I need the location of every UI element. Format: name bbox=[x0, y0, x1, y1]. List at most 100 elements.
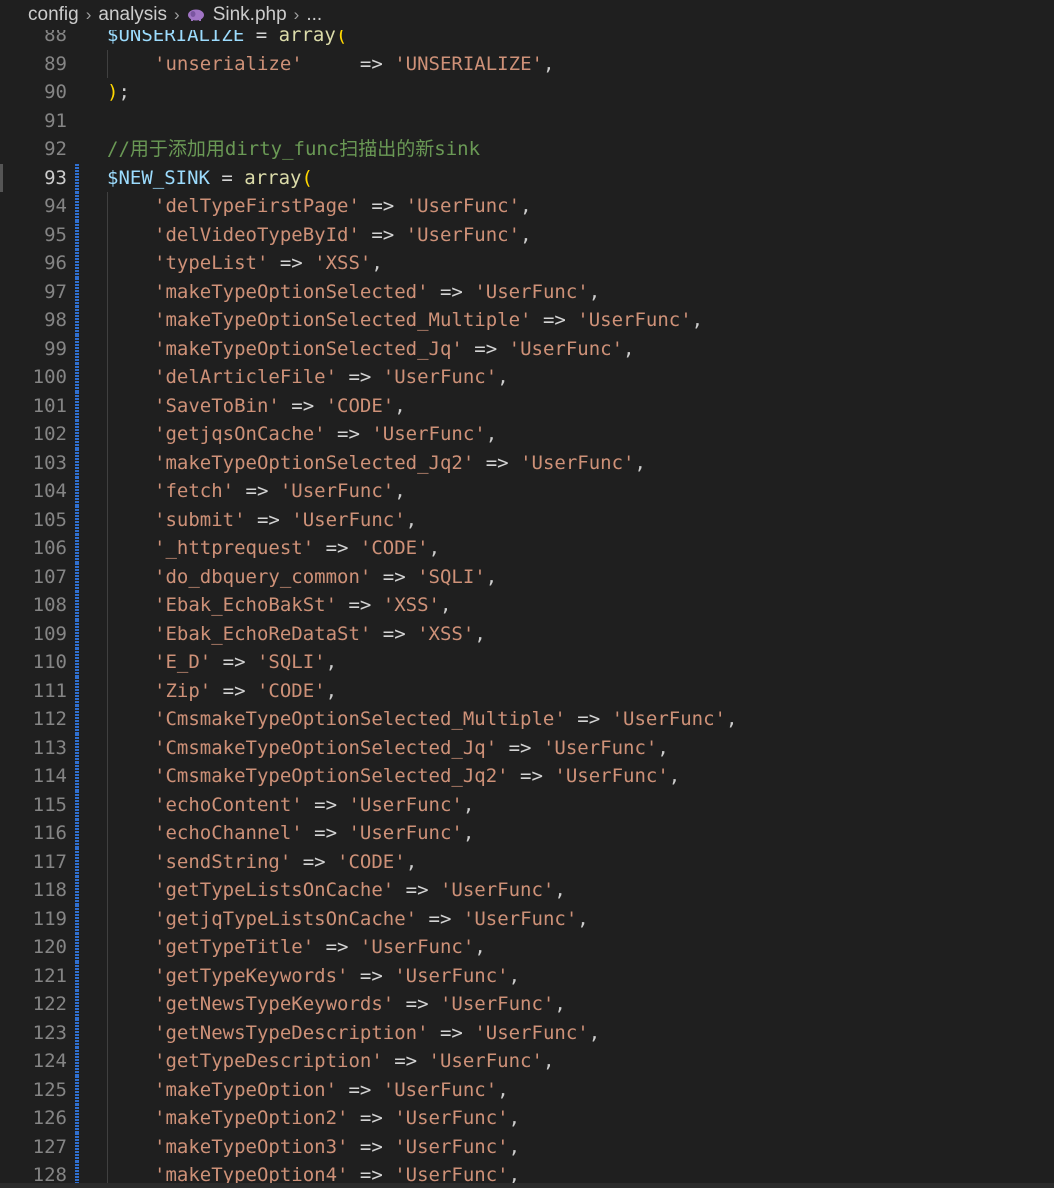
code-line[interactable]: 93 $NEW_SINK = array( bbox=[0, 163, 1054, 192]
code-line[interactable]: 98 'makeTypeOptionSelected_Multiple' => '… bbox=[0, 306, 1054, 335]
code-line[interactable]: 102 'getjqsOnCache' => 'UserFunc', bbox=[0, 420, 1054, 449]
diff-added-indicator[interactable] bbox=[75, 1161, 79, 1183]
diff-added-indicator[interactable] bbox=[75, 819, 79, 848]
diff-added-indicator[interactable] bbox=[75, 448, 79, 477]
diff-added-indicator[interactable] bbox=[75, 334, 79, 363]
diff-added-indicator[interactable] bbox=[75, 505, 79, 534]
code-line[interactable]: 119 'getjqTypeListsOnCache' => 'UserFunc'… bbox=[0, 904, 1054, 934]
code-line[interactable]: 108 'Ebak_EchoBakSt' => 'XSS', bbox=[0, 591, 1054, 620]
code-line[interactable]: 110 'E_D' => 'SQLI', bbox=[0, 648, 1054, 677]
code-line[interactable]: 115 'echoContent' => 'UserFunc', bbox=[0, 790, 1054, 819]
code-line[interactable]: 101 'SaveToBin' => 'CODE', bbox=[0, 391, 1054, 420]
diff-added-indicator[interactable] bbox=[75, 648, 79, 677]
breadcrumb-item-symbols[interactable]: ... bbox=[306, 4, 322, 26]
diff-added-indicator[interactable] bbox=[75, 192, 79, 221]
code-line[interactable]: 121 'getTypeKeywords' => 'UserFunc', bbox=[0, 961, 1054, 990]
horizontal-scrollbar[interactable] bbox=[0, 1183, 1054, 1188]
code-line[interactable]: 113 'CmsmakeTypeOptionSelected_Jq' => 'Us… bbox=[0, 733, 1054, 762]
diff-added-indicator[interactable] bbox=[75, 1075, 79, 1104]
array-key: 'makeTypeOptionSelected' bbox=[154, 280, 429, 303]
diff-added-indicator[interactable] bbox=[75, 790, 79, 819]
diff-added-indicator[interactable] bbox=[75, 1047, 79, 1076]
diff-added-indicator[interactable] bbox=[75, 990, 79, 1019]
code-line[interactable]: 103 'makeTypeOptionSelected_Jq2' => 'User… bbox=[0, 448, 1054, 477]
code-line[interactable]: 118 'getTypeListsOnCache' => 'UserFunc', bbox=[0, 876, 1054, 905]
code-line[interactable]: 94 'delTypeFirstPage' => 'UserFunc', bbox=[0, 192, 1054, 221]
code-line[interactable]: 104 'fetch' => 'UserFunc', bbox=[0, 477, 1054, 506]
breadcrumb-item-config[interactable]: config bbox=[28, 4, 79, 26]
diff-added-indicator[interactable] bbox=[75, 762, 79, 791]
diff-added-indicator[interactable] bbox=[75, 1104, 79, 1133]
code-line[interactable]: 95 'delVideoTypeById' => 'UserFunc', bbox=[0, 220, 1054, 249]
arrow-operator: => bbox=[348, 964, 395, 987]
code-line[interactable]: 105 'submit' => 'UserFunc', bbox=[0, 505, 1054, 535]
diff-added-indicator[interactable] bbox=[75, 591, 79, 620]
diff-added-indicator[interactable] bbox=[75, 277, 79, 306]
code-line[interactable]: 97 'makeTypeOptionSelected' => 'UserFunc'… bbox=[0, 277, 1054, 306]
code-line[interactable]: 90); bbox=[0, 78, 1054, 107]
code-line[interactable]: 91 bbox=[0, 107, 1054, 136]
code-line[interactable]: 100 'delArticleFile' => 'UserFunc', bbox=[0, 363, 1054, 392]
line-number: 94 bbox=[44, 195, 67, 217]
code-content: 'getjqTypeListsOnCache' => 'UserFunc', bbox=[154, 905, 589, 934]
line-number: 93 bbox=[44, 166, 67, 189]
diff-added-indicator[interactable] bbox=[75, 1018, 79, 1047]
code-line[interactable]: 127 'makeTypeOption3' => 'UserFunc', bbox=[0, 1132, 1054, 1161]
diff-added-indicator[interactable] bbox=[75, 876, 79, 905]
line-number: 104 bbox=[32, 480, 67, 502]
comma: , bbox=[325, 651, 338, 673]
diff-added-indicator[interactable] bbox=[75, 534, 79, 563]
diff-added-indicator[interactable] bbox=[75, 163, 79, 192]
code-line[interactable]: 112 'CmsmakeTypeOptionSelected_Multiple' … bbox=[0, 705, 1054, 734]
code-line[interactable]: 96 'typeList' => 'XSS', bbox=[0, 249, 1054, 278]
code-line[interactable]: 114 'CmsmakeTypeOptionSelected_Jq2' => 'U… bbox=[0, 762, 1054, 791]
array-key: 'getTypeTitle' bbox=[154, 936, 315, 958]
code-line[interactable]: 99 'makeTypeOptionSelected_Jq' => 'UserFu… bbox=[0, 334, 1054, 363]
code-line[interactable]: 117 'sendString' => 'CODE', bbox=[0, 847, 1054, 876]
diff-added-indicator[interactable] bbox=[75, 961, 79, 990]
code-line[interactable]: 92 //用于添加用dirty_func扫描出的新sink bbox=[0, 135, 1054, 164]
code-line[interactable]: 123 'getNewsTypeDescription' => 'UserFunc… bbox=[0, 1018, 1054, 1047]
diff-added-indicator[interactable] bbox=[75, 619, 79, 648]
code-line[interactable]: 89 'unserialize' => 'UNSERIALIZE', bbox=[0, 49, 1054, 78]
code-line[interactable]: 126 'makeTypeOption2' => 'UserFunc', bbox=[0, 1104, 1054, 1133]
semicolon: ; bbox=[118, 81, 130, 103]
diff-added-indicator[interactable] bbox=[75, 477, 79, 506]
diff-added-indicator[interactable] bbox=[75, 391, 79, 420]
code-line[interactable]: 116 'echoChannel' => 'UserFunc', bbox=[0, 819, 1054, 848]
code-content: 'delTypeFirstPage' => 'UserFunc', bbox=[154, 192, 532, 221]
diff-added-indicator[interactable] bbox=[75, 733, 79, 762]
diff-added-indicator[interactable] bbox=[75, 220, 79, 249]
code-line[interactable]: 109 'Ebak_EchoReDataSt' => 'XSS', bbox=[0, 619, 1054, 648]
diff-added-indicator[interactable] bbox=[75, 306, 79, 335]
code-line[interactable]: 106 '_httprequest' => 'CODE', bbox=[0, 534, 1054, 563]
code-content: 'getTypeListsOnCache' => 'UserFunc', bbox=[154, 876, 566, 905]
code-line[interactable]: 120 'getTypeTitle' => 'UserFunc', bbox=[0, 933, 1054, 962]
diff-added-indicator[interactable] bbox=[75, 1132, 79, 1161]
breadcrumb-item-analysis[interactable]: analysis bbox=[98, 4, 167, 26]
code-line[interactable]: 111 'Zip' => 'CODE', bbox=[0, 676, 1054, 705]
line-number: 102 bbox=[32, 423, 67, 445]
indent-guide bbox=[107, 192, 108, 221]
diff-added-indicator[interactable] bbox=[75, 363, 79, 392]
diff-added-indicator[interactable] bbox=[75, 249, 79, 278]
code-line[interactable]: 107 'do_dbquery_common' => 'SQLI', bbox=[0, 562, 1054, 591]
arrow-operator: => bbox=[337, 366, 383, 388]
breadcrumb-item-file[interactable]: Sink.php bbox=[213, 4, 287, 26]
diff-added-indicator[interactable] bbox=[75, 562, 79, 591]
diff-added-indicator[interactable] bbox=[75, 676, 79, 705]
array-key: 'makeTypeOption2' bbox=[154, 1107, 349, 1129]
code-line[interactable]: 122 'getNewsTypeKeywords' => 'UserFunc', bbox=[0, 990, 1054, 1019]
code-line[interactable]: 124 'getTypeDescription' => 'UserFunc', bbox=[0, 1047, 1054, 1076]
code-line[interactable]: 125 'makeTypeOption' => 'UserFunc', bbox=[0, 1075, 1054, 1104]
diff-added-indicator[interactable] bbox=[75, 847, 79, 876]
code-line[interactable]: 128 'makeTypeOption4' => 'UserFunc', bbox=[0, 1161, 1054, 1183]
diff-added-indicator[interactable] bbox=[75, 420, 79, 449]
diff-added-indicator[interactable] bbox=[75, 933, 79, 962]
code-editor[interactable]: 88 $UNSERIALIZE = array(89'unserialize' =… bbox=[0, 0, 1054, 1183]
diff-added-indicator[interactable] bbox=[75, 904, 79, 933]
array-key: 'makeTypeOptionSelected_Multiple' bbox=[154, 309, 532, 331]
diff-added-indicator[interactable] bbox=[75, 705, 79, 734]
code-content: 'submit' => 'UserFunc', bbox=[154, 506, 417, 535]
code-content: 'fetch' => 'UserFunc', bbox=[154, 477, 406, 506]
